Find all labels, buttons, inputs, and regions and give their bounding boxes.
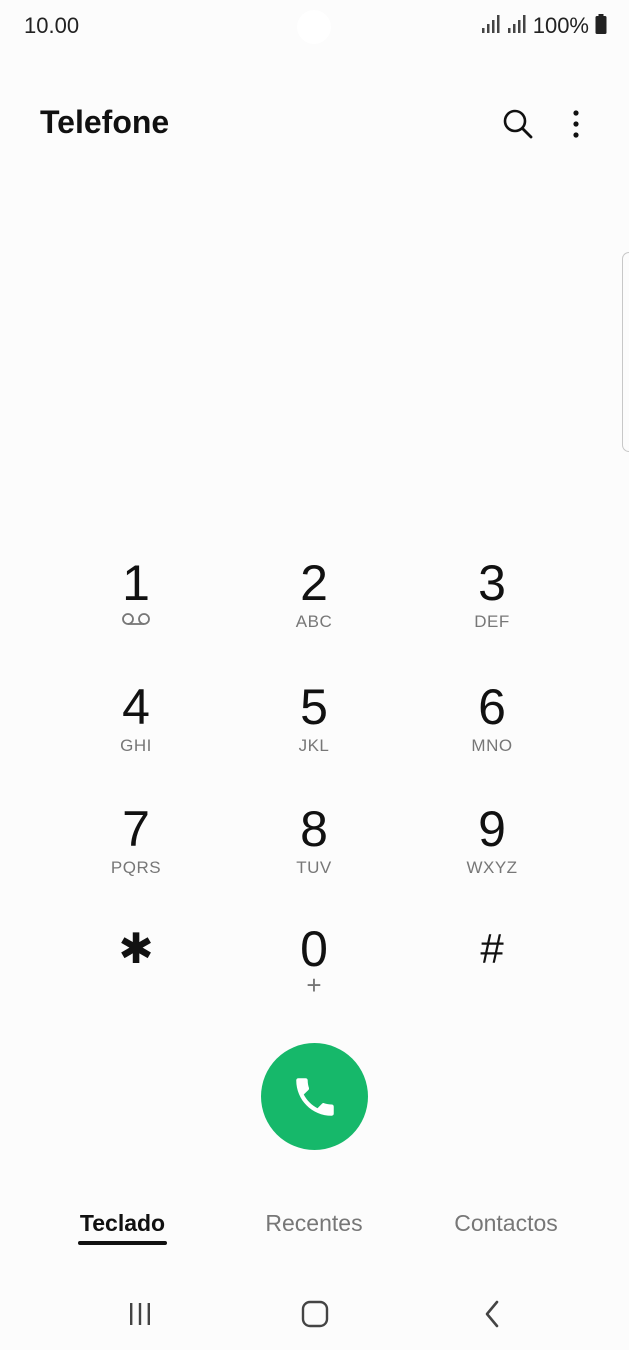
- key-1[interactable]: 1: [66, 548, 206, 658]
- back-button[interactable]: [467, 1294, 517, 1334]
- key-star[interactable]: ✱: [66, 914, 206, 1024]
- key-letters: TUV: [296, 858, 332, 877]
- recent-apps-icon: [130, 1303, 150, 1325]
- key-digit: #: [480, 925, 504, 972]
- active-tab-indicator: [78, 1241, 167, 1245]
- key-digit: 6: [478, 679, 506, 735]
- key-letters: MNO: [471, 736, 513, 755]
- key-0[interactable]: 0 +: [244, 914, 384, 1024]
- key-letters: ABC: [295, 612, 333, 631]
- key-4[interactable]: 4 GHI: [66, 672, 206, 782]
- key-2[interactable]: 2 ABC: [244, 548, 384, 658]
- key-digit: 3: [478, 555, 506, 611]
- recent-apps-button[interactable]: [115, 1294, 165, 1334]
- system-nav-bar: [0, 1280, 629, 1350]
- voicemail-icon: [66, 612, 206, 626]
- signal-icon: [481, 14, 501, 39]
- key-digit: 1: [122, 555, 150, 611]
- phone-screen: 10.00 100% Telefone 1 2 ABC 3 DEF 4 GHI …: [0, 0, 629, 1350]
- call-button[interactable]: [261, 1043, 368, 1150]
- key-letters: JKL: [298, 736, 330, 755]
- key-hash[interactable]: #: [422, 914, 562, 1024]
- phone-icon: [295, 1077, 334, 1116]
- more-vertical-icon: [573, 110, 579, 138]
- status-indicators: 100%: [481, 13, 607, 39]
- status-time: 10.00: [24, 13, 80, 38]
- key-7[interactable]: 7 PQRS: [66, 794, 206, 904]
- page-title: Telefone: [40, 104, 170, 140]
- camera-cutout: [297, 10, 331, 44]
- key-digit: 2: [300, 555, 328, 611]
- key-digit: ✱: [118, 925, 154, 972]
- key-digit: 7: [122, 801, 150, 857]
- key-digit: 4: [122, 679, 150, 735]
- back-icon: [485, 1300, 499, 1328]
- key-digit: 8: [300, 801, 328, 857]
- battery-icon: [595, 13, 607, 39]
- home-button[interactable]: [290, 1294, 340, 1334]
- key-letters: GHI: [120, 736, 152, 755]
- search-button[interactable]: [498, 104, 538, 144]
- search-icon: [503, 109, 533, 139]
- key-9[interactable]: 9 WXYZ: [422, 794, 562, 904]
- key-6[interactable]: 6 MNO: [422, 672, 562, 782]
- tab-recentes[interactable]: Recentes: [254, 1210, 374, 1237]
- key-letters: WXYZ: [466, 858, 518, 877]
- key-digit: 9: [478, 801, 506, 857]
- bottom-tabs: Teclado Recentes Contactos: [0, 1200, 629, 1260]
- battery-percentage: 100%: [532, 13, 589, 38]
- key-letters: DEF: [474, 612, 510, 631]
- edge-panel-handle[interactable]: [622, 252, 629, 452]
- signal-icon: [507, 14, 527, 39]
- key-3[interactable]: 3 DEF: [422, 548, 562, 658]
- key-letters: PQRS: [110, 858, 162, 877]
- more-options-button[interactable]: [558, 104, 594, 144]
- key-5[interactable]: 5 JKL: [244, 672, 384, 782]
- home-icon: [301, 1300, 329, 1328]
- key-digit: 5: [300, 679, 328, 735]
- key-letters: +: [306, 970, 322, 1000]
- tab-teclado[interactable]: Teclado: [78, 1210, 167, 1237]
- tab-contactos[interactable]: Contactos: [440, 1210, 572, 1237]
- key-8[interactable]: 8 TUV: [244, 794, 384, 904]
- status-bar: 10.00 100%: [0, 0, 629, 54]
